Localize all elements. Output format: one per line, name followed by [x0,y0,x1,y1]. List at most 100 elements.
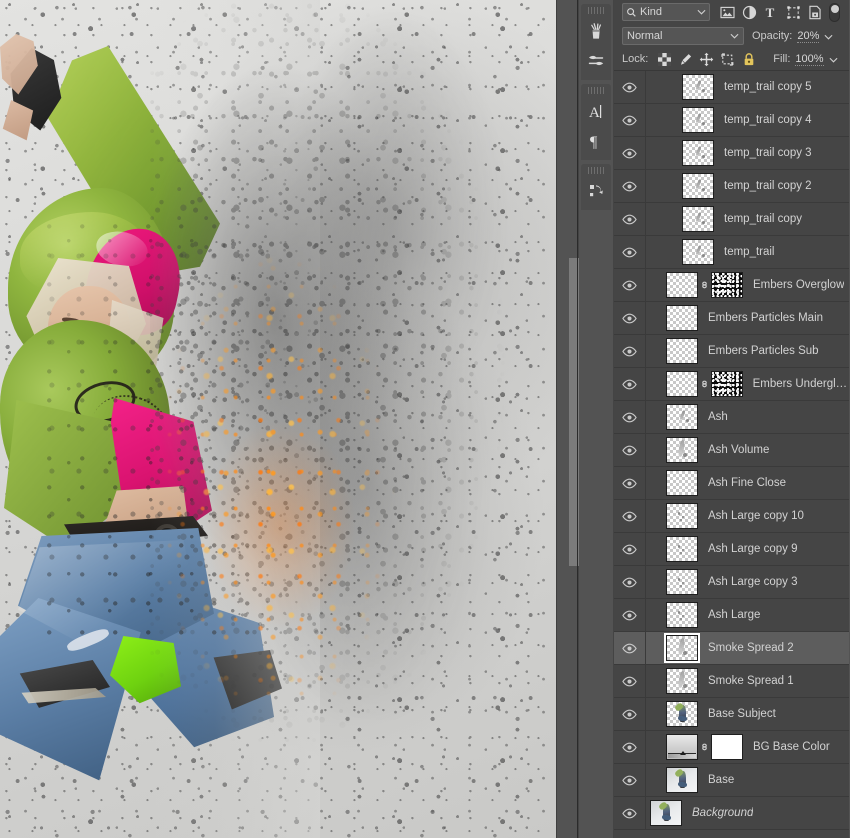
filter-pixel-icon[interactable] [716,2,738,22]
layer-visibility-toggle[interactable] [614,71,646,103]
dock-grip[interactable] [588,7,604,14]
layer-filter-toggle[interactable] [829,2,840,22]
layer-thumbnail[interactable] [682,74,714,100]
layer-thumbnail[interactable] [666,668,698,694]
layer-thumbnail[interactable] [664,633,700,663]
opacity-value[interactable]: 20% [797,30,820,43]
paragraph-panel-icon[interactable]: ¶ [581,126,611,156]
character-panel-icon[interactable]: A [581,96,611,126]
layer-thumbnail[interactable] [682,173,714,199]
layer-row[interactable]: Base [614,764,849,797]
layer-visibility-toggle[interactable] [614,368,646,400]
layer-list[interactable]: temp_trail copy 5 temp_trail copy 4 temp_t… [614,70,849,838]
filter-shape-icon[interactable] [782,2,804,22]
fill-value[interactable]: 100% [795,53,824,66]
layer-visibility-toggle[interactable] [614,401,646,433]
layer-row[interactable]: Embers Particles Sub [614,335,849,368]
layer-thumbnail[interactable] [666,701,698,727]
dock-grip[interactable] [588,167,604,174]
layer-visibility-toggle[interactable] [614,566,646,598]
layer-visibility-toggle[interactable] [614,533,646,565]
layer-thumbnail[interactable] [666,503,698,529]
layer-row[interactable]: temp_trail [614,236,849,269]
layer-thumbnail[interactable] [682,107,714,133]
opacity-slider-toggle[interactable] [824,27,833,45]
layer-visibility-toggle[interactable] [614,302,646,334]
layer-row[interactable]: Background [614,797,849,830]
layer-thumbnail[interactable] [666,602,698,628]
layer-thumbnail[interactable] [666,569,698,595]
layer-row[interactable]: Embers Overglow [614,269,849,302]
layer-row[interactable]: Ash Large copy 9 [614,533,849,566]
layer-mask-thumbnail[interactable] [711,734,743,760]
layer-thumbnail[interactable] [666,767,698,793]
layer-row[interactable]: Embers Particles Main [614,302,849,335]
layer-visibility-toggle[interactable] [614,698,646,730]
layer-visibility-toggle[interactable] [614,467,646,499]
layer-thumbnail[interactable] [666,470,698,496]
layer-thumbnail[interactable] [666,404,698,430]
layer-mask-link-icon[interactable] [698,272,711,298]
layer-visibility-toggle[interactable] [614,236,646,268]
layer-visibility-toggle[interactable] [614,104,646,136]
brushes-panel-icon[interactable] [581,16,611,46]
document-canvas[interactable] [0,0,556,838]
lock-artboard-nesting-icon[interactable] [717,50,738,68]
layer-row[interactable]: Base Subject [614,698,849,731]
layer-thumbnail[interactable] [666,272,698,298]
layer-thumbnail[interactable] [666,305,698,331]
layer-row[interactable]: Ash Large [614,599,849,632]
layer-thumbnail[interactable] [682,206,714,232]
blend-mode-dropdown[interactable]: Normal [622,27,744,45]
layer-mask-link-icon[interactable] [698,734,711,760]
layer-visibility-toggle[interactable] [614,203,646,235]
layer-thumbnail[interactable] [682,239,714,265]
layer-row[interactable]: Ash [614,401,849,434]
layer-row[interactable]: Ash Volume [614,434,849,467]
layer-thumbnail[interactable] [682,140,714,166]
layer-row[interactable]: temp_trail copy 2 [614,170,849,203]
layer-mask-thumbnail[interactable] [710,371,743,397]
layer-row[interactable]: Embers Underglow [614,368,849,401]
layer-row[interactable]: temp_trail copy 4 [614,104,849,137]
lock-image-pixels-icon[interactable] [675,50,696,68]
layer-gradient-thumbnail[interactable] [666,734,698,760]
layer-visibility-toggle[interactable] [614,335,646,367]
layer-row[interactable]: Ash Large copy 10 [614,500,849,533]
history-panel-icon[interactable] [581,176,611,206]
layer-visibility-toggle[interactable] [614,269,646,301]
layer-mask-thumbnail[interactable] [711,272,743,298]
layer-visibility-toggle[interactable] [614,599,646,631]
filter-kind-dropdown[interactable]: Kind [622,3,710,21]
layer-visibility-toggle[interactable] [614,434,646,466]
layer-visibility-toggle[interactable] [614,500,646,532]
layer-thumbnail[interactable] [666,338,698,364]
layer-row[interactable]: Ash Fine Close [614,467,849,500]
layer-mask-link-icon[interactable] [698,371,711,397]
lock-transparent-pixels-icon[interactable] [654,50,675,68]
layer-row[interactable]: Smoke Spread 1 [614,665,849,698]
layer-row[interactable]: Smoke Spread 2 [614,632,849,665]
dock-grip[interactable] [588,87,604,94]
layer-visibility-toggle[interactable] [614,665,646,697]
layer-row[interactable]: BG Base Color [614,731,849,764]
lock-all-icon[interactable] [738,50,759,68]
layer-visibility-toggle[interactable] [614,632,646,664]
layer-visibility-toggle[interactable] [614,731,646,763]
layer-visibility-toggle[interactable] [614,137,646,169]
layer-row[interactable]: temp_trail copy 5 [614,71,849,104]
layer-thumbnail[interactable] [665,371,698,397]
layer-row[interactable]: temp_trail copy 3 [614,137,849,170]
layer-thumbnail[interactable] [650,800,682,826]
layer-thumbnail[interactable] [666,437,698,463]
lock-position-icon[interactable] [696,50,717,68]
filter-adjustment-icon[interactable] [738,2,760,22]
layer-visibility-toggle[interactable] [614,170,646,202]
fill-slider-toggle[interactable] [829,50,838,68]
brush-settings-panel-icon[interactable] [581,46,611,76]
canvas-vertical-scrollbar-track[interactable] [563,0,579,838]
layer-visibility-toggle[interactable] [614,797,646,829]
filter-type-icon[interactable]: T [760,2,782,22]
layer-row[interactable]: temp_trail copy [614,203,849,236]
layer-thumbnail[interactable] [666,536,698,562]
